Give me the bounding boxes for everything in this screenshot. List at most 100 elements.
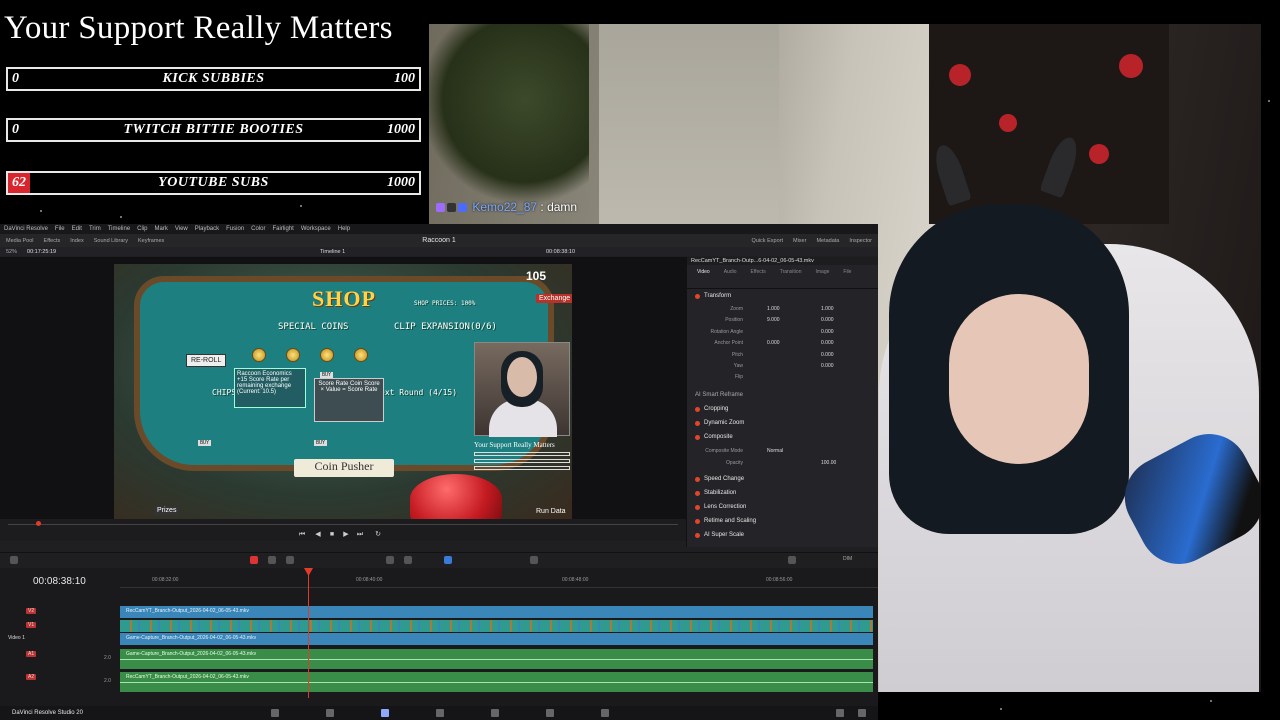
blade-tool-icon[interactable] (286, 556, 294, 564)
goal-bar-youtube: 62 YOUTUBE SUBS 1000 (6, 171, 421, 195)
menu-timeline[interactable]: Timeline (108, 226, 130, 232)
y-value[interactable]: 0.000 (821, 340, 834, 346)
flag-icon[interactable] (444, 556, 452, 564)
menu-fusion[interactable]: Fusion (226, 226, 244, 232)
scrubber-head[interactable] (36, 521, 41, 526)
game-frame: SHOP SHOP PRICES: 100% 105 Exchange SPEC… (114, 264, 572, 520)
track-header-v2[interactable]: V2 (0, 606, 118, 618)
enabled-dot-icon[interactable] (695, 420, 700, 426)
section-stabilization[interactable]: Stabilization (695, 490, 736, 496)
app-menu[interactable]: DaVinci Resolve (4, 226, 48, 232)
zoom-icon[interactable] (530, 556, 538, 564)
enabled-dot-icon[interactable] (695, 518, 700, 524)
menu-edit[interactable]: Edit (72, 226, 82, 232)
selection-tool-icon[interactable] (250, 556, 258, 564)
media-page-icon[interactable] (271, 709, 279, 717)
reverse-icon[interactable]: ◀ (314, 531, 322, 539)
enabled-dot-icon[interactable] (695, 434, 700, 440)
goal-label: YOUTUBE SUBS (158, 175, 269, 190)
snapping-icon[interactable] (386, 556, 394, 564)
video-clip[interactable]: RecCamYT_Branch-Output_2026-04-02_06-05-… (120, 606, 873, 618)
trim-tool-icon[interactable] (268, 556, 276, 564)
tab-audio[interactable]: Audio (724, 269, 737, 284)
home-icon[interactable] (836, 709, 844, 717)
stop-icon[interactable]: ■ (328, 531, 336, 539)
menu-view[interactable]: View (175, 226, 188, 232)
person-face (949, 294, 1089, 464)
enabled-dot-icon[interactable] (695, 293, 700, 299)
dim-button[interactable]: DIM (843, 556, 852, 562)
tab-image[interactable]: Image (815, 269, 829, 284)
loop-icon[interactable]: ↻ (374, 531, 382, 539)
enabled-dot-icon[interactable] (695, 406, 700, 412)
section-lens-correction[interactable]: Lens Correction (695, 504, 746, 510)
fusion-page-icon[interactable] (436, 709, 444, 717)
track-header-a2[interactable]: A2 2.0 (0, 672, 118, 692)
edit-page-icon[interactable] (381, 709, 389, 717)
enabled-dot-icon[interactable] (695, 490, 700, 496)
opacity-value[interactable]: 100.00 (821, 460, 836, 466)
section-composite[interactable]: Composite (695, 434, 733, 440)
menu-fairlight[interactable]: Fairlight (272, 226, 293, 232)
section-dynamic-zoom[interactable]: Dynamic Zoom (695, 420, 744, 426)
value[interactable]: 0.000 (821, 329, 834, 335)
section-speed-change[interactable]: Speed Change (695, 476, 744, 482)
x-value[interactable]: 9.000 (767, 317, 780, 323)
timeline[interactable]: 00:08:38:10 00:08:32:00 00:08:40:00 00:0… (0, 568, 878, 706)
x-value[interactable]: 1.000 (767, 306, 780, 312)
scrubber[interactable] (8, 524, 678, 525)
video-clip[interactable]: Game-Capture_Branch-Output_2026-04-02_06… (120, 633, 873, 645)
layout-icon[interactable] (10, 556, 18, 564)
settings-gear-icon[interactable] (858, 709, 866, 717)
x-value[interactable]: 0.000 (767, 340, 780, 346)
section-retime[interactable]: Retime and Scaling (695, 518, 756, 524)
menu-clip[interactable]: Clip (137, 226, 147, 232)
enabled-dot-icon[interactable] (695, 504, 700, 510)
linked-selection-icon[interactable] (404, 556, 412, 564)
tab-file[interactable]: File (843, 269, 851, 284)
y-value[interactable]: 1.000 (821, 306, 834, 312)
value[interactable]: 0.000 (821, 352, 834, 358)
composite-mode-select[interactable]: Normal (767, 448, 783, 454)
menu-file[interactable]: File (55, 226, 65, 232)
deliver-page-icon[interactable] (601, 709, 609, 717)
track-header-a1[interactable]: A1 2.0 (0, 649, 118, 669)
track-header-video1[interactable]: Video 1 (0, 633, 118, 645)
star (1268, 100, 1270, 102)
zoom-level[interactable]: 52% (6, 249, 17, 255)
play-icon[interactable]: ▶ (342, 531, 350, 539)
go-to-end-icon[interactable]: ⏭ (356, 531, 364, 539)
enabled-dot-icon[interactable] (695, 532, 700, 538)
tab-transition[interactable]: Transition (780, 269, 802, 284)
value[interactable]: 0.000 (821, 363, 834, 369)
viewer[interactable]: SHOP SHOP PRICES: 100% 105 Exchange SPEC… (0, 257, 686, 520)
playhead[interactable] (308, 568, 309, 698)
tab-effects[interactable]: Effects (751, 269, 766, 284)
menu-help[interactable]: Help (338, 226, 350, 232)
exchange-label: Exchange (536, 294, 572, 303)
y-value[interactable]: 0.000 (821, 317, 834, 323)
color-page-icon[interactable] (491, 709, 499, 717)
section-ai-super-scale[interactable]: AI Super Scale (695, 532, 744, 538)
enabled-dot-icon[interactable] (695, 476, 700, 482)
menu-workspace[interactable]: Workspace (301, 226, 331, 232)
menu-mark[interactable]: Mark (155, 226, 168, 232)
section-cropping[interactable]: Cropping (695, 406, 728, 412)
row-label: Rotation Angle (710, 329, 743, 335)
cut-page-icon[interactable] (326, 709, 334, 717)
video-clip-thumbnails[interactable] (120, 620, 873, 632)
timeline-selector[interactable]: Timeline 1 (320, 249, 345, 255)
section-transform[interactable]: Transform (695, 293, 731, 299)
track-header-v1[interactable]: V1 (0, 620, 118, 632)
menu-color[interactable]: Color (251, 226, 265, 232)
volume-icon[interactable] (788, 556, 796, 564)
menu-trim[interactable]: Trim (89, 226, 101, 232)
fairlight-page-icon[interactable] (546, 709, 554, 717)
timeline-ruler[interactable]: 00:08:32:00 00:08:40:00 00:08:48:00 00:0… (120, 574, 878, 588)
section-ai-smart-reframe[interactable]: AI Smart Reframe (695, 392, 743, 398)
go-to-start-icon[interactable]: ⏮ (298, 531, 306, 539)
audio-clip[interactable]: Game-Capture_Branch-Output_2026-04-02_06… (120, 649, 873, 669)
menu-playback[interactable]: Playback (195, 226, 219, 232)
audio-clip[interactable]: RecCamYT_Branch-Output_2026-04-02_06-05-… (120, 672, 873, 692)
tab-video[interactable]: Video (697, 269, 710, 284)
